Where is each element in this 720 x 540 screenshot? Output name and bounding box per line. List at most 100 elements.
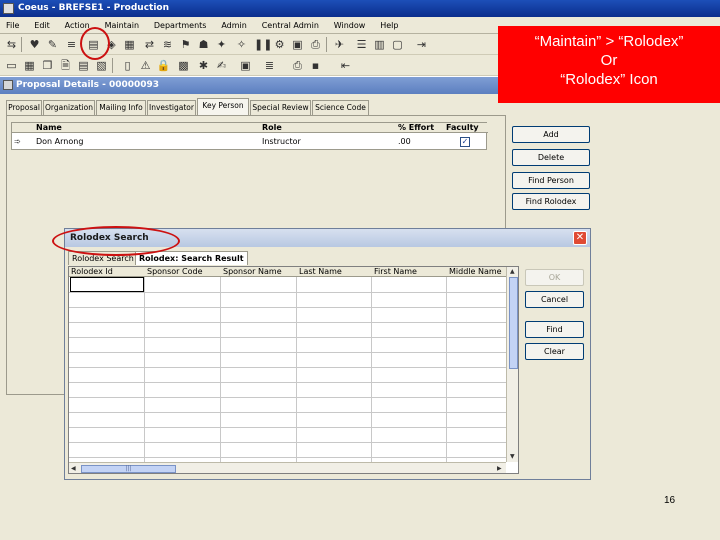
add-button[interactable]: Add bbox=[512, 126, 590, 143]
ok-button[interactable]: OK bbox=[525, 269, 584, 286]
grid-icon[interactable]: ▦ bbox=[22, 58, 37, 73]
columns-icon[interactable]: ▥ bbox=[372, 37, 387, 52]
new-icon[interactable]: ▭ bbox=[4, 58, 19, 73]
scroll-down-icon[interactable]: ▼ bbox=[510, 453, 515, 460]
warning-icon[interactable]: ⚠ bbox=[138, 58, 153, 73]
narrative-icon[interactable]: ✍ bbox=[214, 58, 229, 73]
menu-central-admin[interactable]: Central Admin bbox=[256, 17, 325, 34]
star-icon[interactable]: ✱ bbox=[196, 58, 211, 73]
sponsor-icon[interactable]: ≡ bbox=[64, 37, 79, 52]
exit-icon[interactable]: ⇥ bbox=[414, 37, 429, 52]
faculty-checkbox[interactable]: ✓ bbox=[460, 137, 470, 147]
column-header-effort[interactable]: % Effort bbox=[398, 123, 434, 133]
person-role: Instructor bbox=[262, 137, 301, 146]
proposal-icon[interactable]: ⇆ bbox=[4, 37, 19, 52]
selected-cell[interactable] bbox=[70, 277, 144, 292]
tab-investigator[interactable]: Investigator bbox=[147, 100, 196, 115]
callout-line-2: Or bbox=[600, 52, 618, 69]
protocol-icon[interactable]: ✦ bbox=[214, 37, 229, 52]
table-header: Name Role % Effort Faculty bbox=[12, 123, 488, 133]
table-icon[interactable]: ▤ bbox=[76, 58, 91, 73]
row-pointer-icon: ➾ bbox=[14, 137, 21, 146]
column-header-sponsor-code[interactable]: Sponsor Code bbox=[147, 267, 219, 277]
pause-icon[interactable]: ❚❚ bbox=[254, 37, 272, 52]
document-icon[interactable]: 🗎 bbox=[58, 58, 73, 73]
abstract-icon[interactable]: ▧ bbox=[94, 58, 109, 73]
menu-edit[interactable]: Edit bbox=[28, 17, 56, 34]
column-header-sponsor-name[interactable]: Sponsor Name bbox=[223, 267, 295, 277]
find-rolodex-button[interactable]: Find Rolodex bbox=[512, 193, 590, 210]
scroll-left-icon[interactable]: ◀ bbox=[71, 465, 76, 472]
copy-icon[interactable]: ❐ bbox=[40, 58, 55, 73]
instruction-callout: “Maintain” > “Rolodex” Or “Rolodex” Icon bbox=[498, 26, 720, 103]
tab-science-code[interactable]: Science Code bbox=[312, 100, 369, 115]
tab-mailing-info[interactable]: Mailing Info bbox=[96, 100, 146, 115]
scroll-up-icon[interactable]: ▲ bbox=[510, 268, 515, 275]
settings-icon[interactable]: ⚙ bbox=[272, 37, 287, 52]
delete-button[interactable]: Delete bbox=[512, 149, 590, 166]
grid-row-line bbox=[69, 307, 506, 308]
tab-organization[interactable]: Organization bbox=[43, 100, 95, 115]
notepad-icon[interactable]: ▯ bbox=[120, 58, 135, 73]
unit-icon[interactable]: ▦ bbox=[122, 37, 137, 52]
grid-row-line bbox=[69, 382, 506, 383]
clear-button[interactable]: Clear bbox=[525, 343, 584, 360]
menu-admin[interactable]: Admin bbox=[215, 17, 253, 34]
rolodex-icon-highlight bbox=[80, 27, 110, 60]
menu-file[interactable]: File bbox=[0, 17, 25, 34]
budget-icon[interactable]: ▩ bbox=[176, 58, 191, 73]
award-icon[interactable]: ≋ bbox=[160, 37, 175, 52]
menu-departments[interactable]: Departments bbox=[148, 17, 213, 34]
vertical-scrollbar[interactable]: ▲ ▼ bbox=[506, 267, 518, 462]
close-doc-icon[interactable]: ⇤ bbox=[338, 58, 353, 73]
column-header-middle-name[interactable]: Middle Name bbox=[449, 267, 505, 277]
schedule-icon[interactable]: ▣ bbox=[290, 37, 305, 52]
stack-icon[interactable]: ≣ bbox=[262, 58, 277, 73]
horizontal-scroll-thumb[interactable]: ||| bbox=[81, 465, 176, 473]
rolodex-results-grid: Rolodex Id Sponsor Code Sponsor Name Las… bbox=[68, 266, 519, 474]
column-header-first-name[interactable]: First Name bbox=[374, 267, 446, 277]
grid-column-line bbox=[446, 277, 447, 462]
grid-row-line bbox=[69, 292, 506, 293]
lock-icon[interactable]: 🔒 bbox=[156, 58, 171, 73]
grid-row-line bbox=[69, 397, 506, 398]
save-icon[interactable]: ▪ bbox=[308, 58, 323, 73]
edit-icon[interactable]: ✎ bbox=[45, 37, 60, 52]
grid-header: Rolodex Id Sponsor Code Sponsor Name Las… bbox=[69, 267, 518, 277]
column-header-rolodex-id[interactable]: Rolodex Id bbox=[71, 267, 143, 277]
vertical-scroll-thumb[interactable] bbox=[509, 277, 518, 369]
negotiation-icon[interactable]: ✧ bbox=[234, 37, 249, 52]
grid-row-line bbox=[69, 427, 506, 428]
tab-proposal[interactable]: Proposal bbox=[6, 100, 42, 115]
column-header-role[interactable]: Role bbox=[262, 123, 282, 133]
window-icon[interactable]: ▢ bbox=[390, 37, 405, 52]
callout-line-1: “Maintain” > “Rolodex” bbox=[534, 33, 684, 50]
grid-row-line bbox=[69, 457, 506, 458]
horizontal-scrollbar[interactable]: ◀ ||| ▶ bbox=[69, 462, 506, 473]
close-icon[interactable]: ✕ bbox=[573, 231, 587, 245]
printer-icon[interactable]: ⎙ bbox=[290, 58, 305, 73]
tab-key-person[interactable]: Key Person bbox=[197, 98, 249, 115]
column-header-faculty[interactable]: Faculty bbox=[446, 123, 479, 133]
subcontract-icon[interactable]: ⚑ bbox=[178, 37, 193, 52]
routing-icon[interactable]: ⇄ bbox=[142, 37, 157, 52]
person-effort: .00 bbox=[398, 137, 411, 146]
cancel-button[interactable]: Cancel bbox=[525, 291, 584, 308]
grid-row-line bbox=[69, 337, 506, 338]
print-icon[interactable]: ⎙ bbox=[308, 37, 323, 52]
app-icon bbox=[3, 3, 14, 14]
menu-window[interactable]: Window bbox=[328, 17, 372, 34]
column-header-last-name[interactable]: Last Name bbox=[299, 267, 371, 277]
find-person-button[interactable]: Find Person bbox=[512, 172, 590, 189]
heart-icon[interactable]: ♥ bbox=[27, 37, 42, 52]
column-header-name[interactable]: Name bbox=[36, 123, 62, 133]
tab-special-review[interactable]: Special Review bbox=[250, 100, 311, 115]
review-icon[interactable]: ✈ bbox=[332, 37, 347, 52]
menu-help[interactable]: Help bbox=[374, 17, 404, 34]
find-button[interactable]: Find bbox=[525, 321, 584, 338]
key-person-table: Name Role % Effort Faculty ➾ Don Arnong … bbox=[11, 122, 488, 150]
list-icon[interactable]: ☰ bbox=[354, 37, 369, 52]
scroll-right-icon[interactable]: ▶ bbox=[497, 465, 502, 472]
person-icon[interactable]: ☗ bbox=[196, 37, 211, 52]
certify-icon[interactable]: ▣ bbox=[238, 58, 253, 73]
